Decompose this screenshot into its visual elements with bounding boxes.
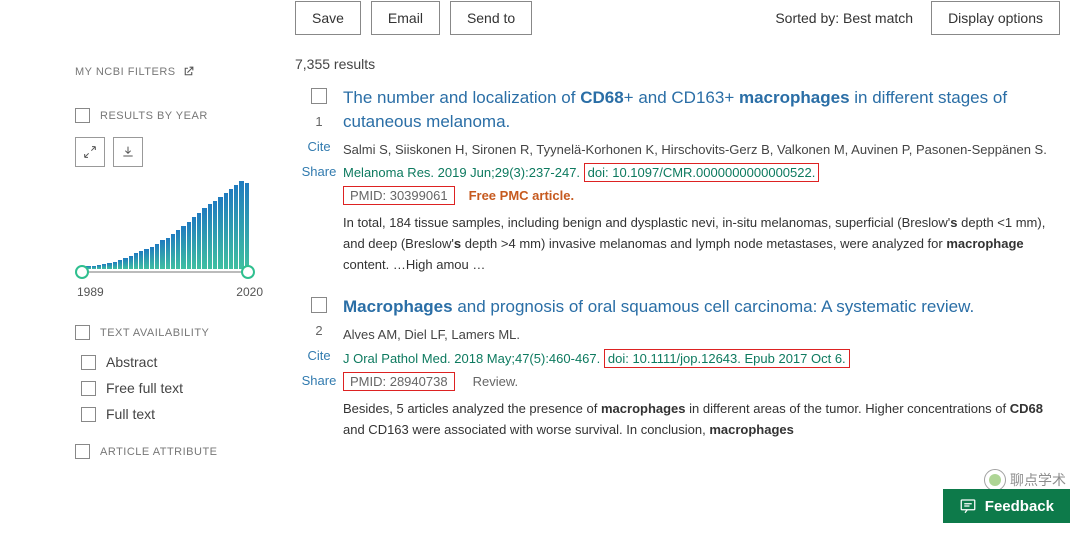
histogram-bar xyxy=(118,260,122,269)
histogram-bar xyxy=(129,256,133,269)
result-index: 2 xyxy=(315,323,322,338)
histogram-bar xyxy=(181,226,185,269)
filter-item[interactable]: Full text xyxy=(81,406,265,422)
histogram-bar xyxy=(150,247,154,269)
result-checkbox[interactable] xyxy=(311,88,327,104)
histogram-bar xyxy=(245,183,249,269)
article-attribute-header: ARTICLE ATTRIBUTE xyxy=(75,444,265,459)
filter-checkbox[interactable] xyxy=(81,407,96,422)
histogram-bar xyxy=(144,249,148,269)
histogram-bar xyxy=(187,222,191,269)
text-availability-header: TEXT AVAILABILITY xyxy=(75,325,265,340)
result-tag: Review. xyxy=(473,374,519,389)
results-year-checkbox[interactable] xyxy=(75,108,90,123)
histogram-bar xyxy=(123,258,127,269)
ncbi-filters-label: MY NCBI FILTERS xyxy=(75,66,176,78)
search-result: 2 Cite Share Macrophages and prognosis of o… xyxy=(295,295,1060,440)
histogram-bar xyxy=(160,240,164,269)
text-avail-checkbox[interactable] xyxy=(75,325,90,340)
share-link[interactable]: Share xyxy=(302,164,337,179)
histogram-bar xyxy=(213,201,217,269)
histogram-bar xyxy=(171,234,175,269)
filter-label: Abstract xyxy=(106,354,157,370)
histogram-bar xyxy=(234,185,238,269)
filter-item[interactable]: Abstract xyxy=(81,354,265,370)
filter-checkbox[interactable] xyxy=(81,355,96,370)
histogram-bar xyxy=(97,265,101,269)
histogram-bar xyxy=(192,217,196,269)
result-snippet: In total, 184 tissue samples, including … xyxy=(343,213,1060,275)
expand-icon xyxy=(82,144,98,160)
wechat-watermark: 聊点学术 xyxy=(984,469,1066,491)
filter-item[interactable]: Free full text xyxy=(81,380,265,396)
sorted-by-label[interactable]: Sorted by: Best match xyxy=(775,10,913,26)
feedback-button[interactable]: Feedback xyxy=(943,489,1070,523)
download-chart-button[interactable] xyxy=(113,137,143,167)
histogram-bar xyxy=(224,193,228,269)
cite-link[interactable]: Cite xyxy=(307,348,330,363)
histogram-bar xyxy=(208,204,212,270)
histogram-bar xyxy=(197,213,201,269)
display-options-button[interactable]: Display options xyxy=(931,1,1060,35)
year-slider-track[interactable] xyxy=(81,271,249,273)
histogram-bar xyxy=(166,238,170,269)
histogram-bar xyxy=(134,253,138,269)
year-slider-end[interactable] xyxy=(241,265,255,279)
search-result: 1 Cite Share The number and localization of… xyxy=(295,86,1060,275)
result-checkbox[interactable] xyxy=(311,297,327,313)
result-citation: J Oral Pathol Med. 2018 May;47(5):460-46… xyxy=(343,351,1060,366)
result-pmid: PMID: 28940738 xyxy=(343,372,455,391)
filter-label: Free full text xyxy=(106,380,183,396)
expand-chart-button[interactable] xyxy=(75,137,105,167)
external-link-icon[interactable] xyxy=(182,65,195,78)
save-button[interactable]: Save xyxy=(295,1,361,35)
article-attribute-label: ARTICLE ATTRIBUTE xyxy=(100,446,218,458)
result-doi: doi: 10.1097/CMR.0000000000000522. xyxy=(584,163,820,182)
result-doi: doi: 10.1111/jop.12643. Epub 2017 Oct 6. xyxy=(604,349,850,368)
results-by-year-label: RESULTS BY YEAR xyxy=(100,110,208,122)
histogram-bar xyxy=(239,181,243,269)
results-count: 7,355 results xyxy=(295,56,1060,72)
ncbi-filters-header: MY NCBI FILTERS xyxy=(75,65,265,78)
year-start-label: 1989 xyxy=(77,285,104,299)
result-index: 1 xyxy=(315,114,322,129)
histogram-bar xyxy=(202,208,206,269)
histogram-bar xyxy=(229,189,233,269)
filter-checkbox[interactable] xyxy=(81,381,96,396)
email-button[interactable]: Email xyxy=(371,1,440,35)
filter-label: Full text xyxy=(106,406,155,422)
text-availability-label: TEXT AVAILABILITY xyxy=(100,327,209,339)
year-end-label: 2020 xyxy=(236,285,263,299)
result-tag: Free PMC article. xyxy=(469,188,575,203)
result-title[interactable]: The number and localization of CD68+ and… xyxy=(343,86,1060,134)
result-pmid: PMID: 30399061 xyxy=(343,186,455,205)
result-title[interactable]: Macrophages and prognosis of oral squamo… xyxy=(343,295,1060,319)
year-slider-start[interactable] xyxy=(75,265,89,279)
result-snippet: Besides, 5 articles analyzed the presenc… xyxy=(343,399,1060,441)
feedback-icon xyxy=(959,497,977,515)
histogram-bar xyxy=(218,197,222,269)
year-histogram xyxy=(75,173,255,283)
histogram-bar xyxy=(155,244,159,269)
download-icon xyxy=(120,144,136,160)
histogram-bar xyxy=(176,230,180,269)
share-link[interactable]: Share xyxy=(302,373,337,388)
histogram-bar xyxy=(92,266,96,269)
result-authors: Salmi S, Siiskonen H, Sironen R, Tyynelä… xyxy=(343,140,1060,160)
send-to-button[interactable]: Send to xyxy=(450,1,532,35)
histogram-bar xyxy=(102,264,106,269)
result-citation: Melanoma Res. 2019 Jun;29(3):237-247. do… xyxy=(343,165,1060,180)
cite-link[interactable]: Cite xyxy=(307,139,330,154)
result-authors: Alves AM, Diel LF, Lamers ML. xyxy=(343,325,1060,345)
histogram-bar xyxy=(113,262,117,269)
histogram-bar xyxy=(107,263,111,269)
results-by-year-header: RESULTS BY YEAR xyxy=(75,108,265,123)
article-attr-checkbox[interactable] xyxy=(75,444,90,459)
histogram-bar xyxy=(139,251,143,269)
